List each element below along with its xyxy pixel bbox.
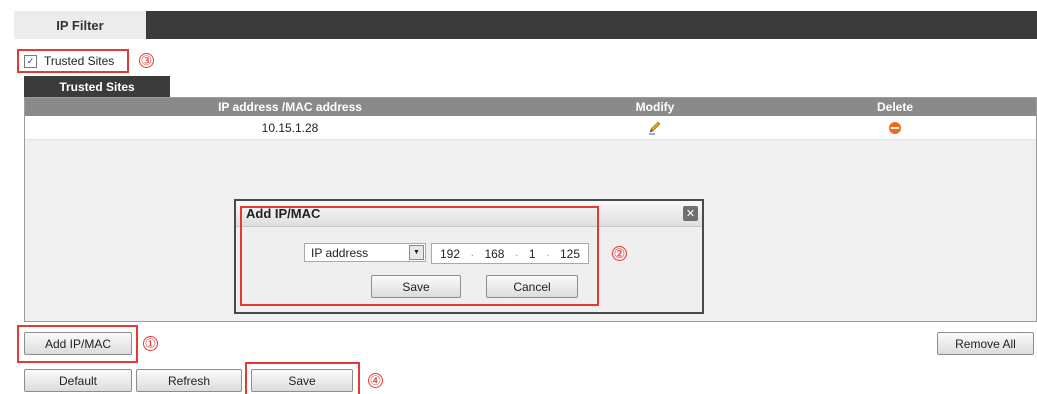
callout-number-4: ④: [368, 373, 383, 388]
callout-box-2: [240, 206, 599, 306]
callout-box-1: [17, 325, 138, 363]
close-icon[interactable]: ✕: [683, 206, 698, 221]
row-address: 10.15.1.28: [261, 121, 319, 135]
column-header-modify: Modify: [635, 100, 675, 114]
tab-ip-filter[interactable]: IP Filter: [14, 11, 146, 39]
row-modify-cell: [555, 116, 755, 140]
pencil-icon[interactable]: [648, 121, 662, 135]
default-button[interactable]: Default: [24, 369, 132, 392]
table-row: 10.15.1.28: [25, 116, 1036, 140]
callout-number-1: ①: [143, 336, 158, 351]
title-bar: IP Filter: [14, 11, 1037, 39]
callout-number-2: ②: [612, 246, 627, 261]
row-delete-cell: [755, 116, 1035, 140]
table-header: IP address /MAC address Modify Delete: [25, 98, 1036, 116]
minus-circle-icon[interactable]: [889, 122, 901, 134]
callout-box-4: [245, 362, 360, 394]
callout-box-3: [17, 49, 129, 73]
column-header-address: IP address /MAC address: [218, 100, 362, 114]
refresh-button[interactable]: Refresh: [136, 369, 242, 392]
remove-all-button[interactable]: Remove All: [937, 332, 1034, 355]
tab-trusted-sites[interactable]: Trusted Sites: [24, 76, 170, 97]
callout-number-3: ③: [139, 53, 154, 68]
column-header-delete: Delete: [876, 100, 914, 114]
